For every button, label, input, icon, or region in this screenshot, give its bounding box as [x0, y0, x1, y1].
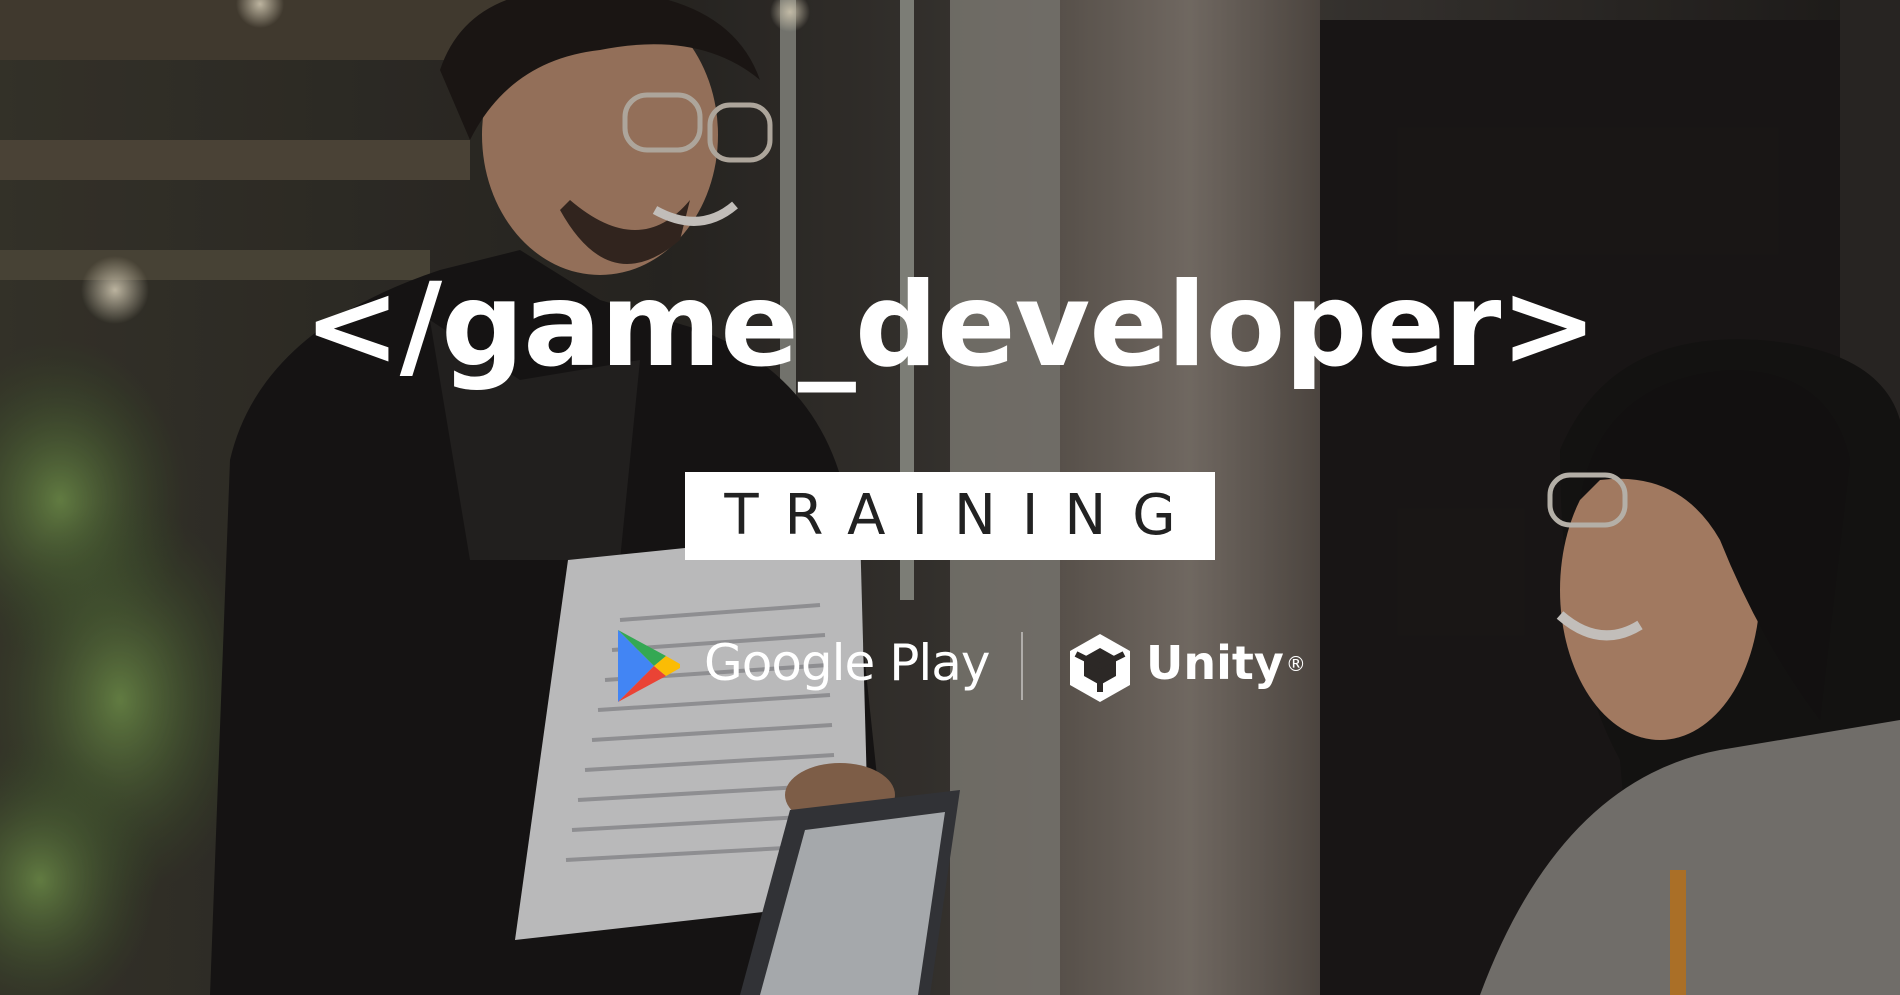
- training-label: TRAINING: [724, 483, 1202, 548]
- headline-title: </game_developer>: [303, 258, 1598, 393]
- training-badge: TRAINING: [685, 472, 1215, 560]
- unity-wordmark: Unity: [1146, 636, 1284, 690]
- logo-divider: [1021, 632, 1023, 700]
- registered-mark: ®: [1285, 652, 1306, 676]
- partner-logos: Google Play Unity ®: [0, 628, 1900, 708]
- unity-label: Unity ®: [1146, 640, 1306, 686]
- google-play-label: Google Play: [704, 634, 990, 692]
- google-play-icon: [618, 630, 680, 702]
- hero-banner: </game_developer> TRAINING Google Play U…: [0, 0, 1900, 995]
- unity-icon: [1070, 634, 1130, 702]
